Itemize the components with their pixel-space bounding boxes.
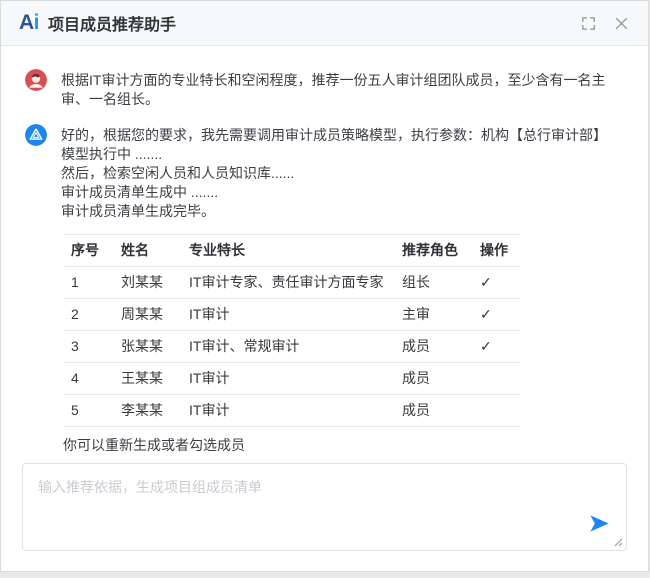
col-header-role: 推荐角色 bbox=[394, 235, 472, 267]
ai-logo-letter-a: A bbox=[19, 11, 34, 34]
cell-specialty: IT审计、常规审计 bbox=[181, 331, 394, 363]
input-area bbox=[22, 463, 627, 551]
cell-no: 4 bbox=[63, 363, 113, 395]
cell-specialty: IT审计 bbox=[181, 395, 394, 427]
table-row: 3 张某某 IT审计、常规审计 成员 ✓ bbox=[63, 331, 520, 363]
table-row: 4 王某某 IT审计 成员 bbox=[63, 363, 520, 395]
cell-specialty: IT审计专家、责任审计方面专家 bbox=[181, 267, 394, 299]
regenerate-hint: 你可以重新生成或者勾选成员 bbox=[63, 436, 607, 455]
cell-name: 李某某 bbox=[113, 395, 181, 427]
ai-message: 好的，根据您的要求，我先需要调用审计成员策略模型，执行参数：机构【总行审计部】 … bbox=[25, 124, 624, 491]
col-header-action: 操作 bbox=[472, 235, 520, 267]
ai-message-body: 好的，根据您的要求，我先需要调用审计成员策略模型，执行参数：机构【总行审计部】 … bbox=[61, 124, 607, 491]
cell-name: 周某某 bbox=[113, 299, 181, 331]
ai-line: 然后，检索空闲人员和人员知识库...... bbox=[61, 164, 607, 183]
col-header-specialty: 专业特长 bbox=[181, 235, 394, 267]
table-row: 2 周某某 IT审计 主审 ✓ bbox=[63, 299, 520, 331]
user-avatar bbox=[25, 69, 47, 91]
chat-area: 根据IT审计方面的专业特长和空闲程度，推荐一份五人审计组团队成员，至少含有一名主… bbox=[1, 46, 648, 491]
cell-name: 王某某 bbox=[113, 363, 181, 395]
check-mark[interactable] bbox=[472, 395, 520, 427]
cell-role: 成员 bbox=[394, 331, 472, 363]
assistant-window: Ai 项目成员推荐助手 根据IT审计方面的专业特长和空闲程度，推荐一份五人审计组… bbox=[0, 0, 649, 572]
cell-name: 张某某 bbox=[113, 331, 181, 363]
ai-logo-letter-i: i bbox=[34, 11, 39, 34]
user-message: 根据IT审计方面的专业特长和空闲程度，推荐一份五人审计组团队成员，至少含有一名主… bbox=[25, 69, 624, 109]
check-mark[interactable]: ✓ bbox=[472, 331, 520, 363]
check-mark[interactable] bbox=[472, 363, 520, 395]
cell-no: 1 bbox=[63, 267, 113, 299]
header-actions bbox=[580, 15, 630, 32]
col-header-name: 姓名 bbox=[113, 235, 181, 267]
check-mark[interactable]: ✓ bbox=[472, 299, 520, 331]
cell-no: 2 bbox=[63, 299, 113, 331]
user-message-text: 根据IT审计方面的专业特长和空闲程度，推荐一份五人审计组团队成员，至少含有一名主… bbox=[61, 69, 624, 109]
cell-role: 组长 bbox=[394, 267, 472, 299]
recommendation-input[interactable] bbox=[23, 464, 626, 550]
members-table: 序号 姓名 专业特长 推荐角色 操作 1 刘某某 IT审计专家、责任审计方面专家 bbox=[63, 234, 520, 427]
page-title: 项目成员推荐助手 bbox=[48, 11, 176, 35]
resize-grip-icon[interactable] bbox=[613, 537, 623, 547]
ai-line: 模型执行中 ....... bbox=[61, 145, 607, 164]
cell-no: 5 bbox=[63, 395, 113, 427]
table-row: 5 李某某 IT审计 成员 bbox=[63, 395, 520, 427]
close-icon[interactable] bbox=[613, 15, 630, 32]
ai-line: 审计成员清单生成中 ....... bbox=[61, 183, 607, 202]
ai-logo: Ai bbox=[19, 11, 39, 35]
cell-specialty: IT审计 bbox=[181, 299, 394, 331]
ai-avatar bbox=[25, 124, 47, 146]
cell-specialty: IT审计 bbox=[181, 363, 394, 395]
table-row: 1 刘某某 IT审计专家、责任审计方面专家 组长 ✓ bbox=[63, 267, 520, 299]
check-mark[interactable]: ✓ bbox=[472, 267, 520, 299]
cell-role: 成员 bbox=[394, 363, 472, 395]
ai-line: 审计成员清单生成完毕。 bbox=[61, 202, 607, 221]
table-header-row: 序号 姓名 专业特长 推荐角色 操作 bbox=[63, 235, 520, 267]
window-header: Ai 项目成员推荐助手 bbox=[1, 1, 648, 46]
cell-role: 主审 bbox=[394, 299, 472, 331]
cell-no: 3 bbox=[63, 331, 113, 363]
cell-name: 刘某某 bbox=[113, 267, 181, 299]
ai-line: 好的，根据您的要求，我先需要调用审计成员策略模型，执行参数：机构【总行审计部】 bbox=[61, 126, 607, 145]
send-icon[interactable] bbox=[588, 512, 611, 535]
cell-role: 成员 bbox=[394, 395, 472, 427]
col-header-no: 序号 bbox=[63, 235, 113, 267]
fullscreen-icon[interactable] bbox=[580, 15, 597, 32]
